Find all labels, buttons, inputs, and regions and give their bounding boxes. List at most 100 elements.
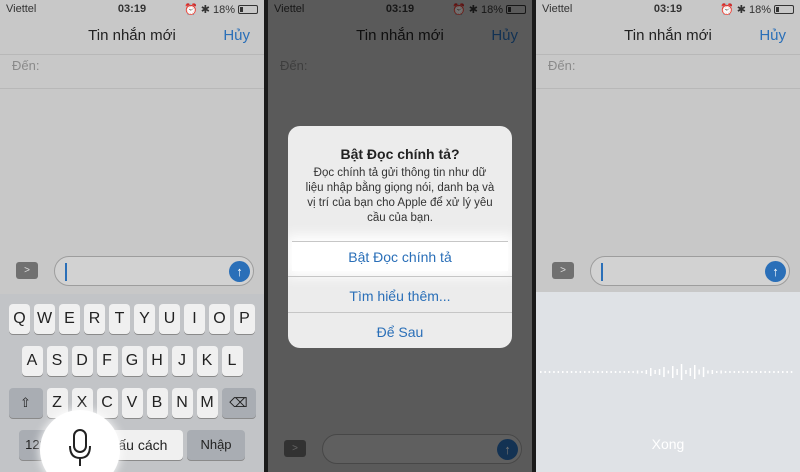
screen-dictation: Viettel 03:19 ⏰ ✱ 18% Tin nhắn mới Hủy Đ… xyxy=(536,0,800,472)
status-bar: Viettel 03:19 ⏰ ✱ 18% xyxy=(0,0,264,18)
waveform-bar xyxy=(777,371,780,373)
key-r[interactable]: R xyxy=(84,304,105,334)
waveform-bar xyxy=(790,371,793,373)
divider xyxy=(536,54,800,55)
waveform-bar xyxy=(786,371,788,373)
alarm-icon: ⏰ xyxy=(720,4,734,16)
waveform-bar xyxy=(645,370,648,374)
waveform-bar xyxy=(614,371,617,373)
waveform-bar xyxy=(601,371,604,373)
key-t[interactable]: T xyxy=(109,304,130,334)
alarm-icon: ⏰ xyxy=(184,4,198,16)
status-bar: Viettel 03:19 ⏰ ✱ 18% xyxy=(536,0,800,18)
to-field-label[interactable]: Đến: xyxy=(548,58,575,73)
waveform-bar xyxy=(751,371,753,373)
waveform-bar xyxy=(716,371,718,373)
key-g[interactable]: G xyxy=(121,346,143,376)
waveform-bar xyxy=(694,365,696,379)
key-s[interactable]: S xyxy=(46,346,68,376)
cancel-button[interactable]: Hủy xyxy=(759,27,786,44)
key-a[interactable]: A xyxy=(21,346,43,376)
dictation-panel: Xong xyxy=(536,292,800,472)
message-input[interactable]: ↑ xyxy=(590,256,790,286)
dictation-alert: Bật Đọc chính tả? Đọc chính tả gửi thông… xyxy=(288,126,512,348)
waveform-bar xyxy=(760,371,762,373)
divider xyxy=(536,88,800,89)
key-k[interactable]: K xyxy=(196,346,218,376)
waveform-bar xyxy=(746,371,749,373)
divider xyxy=(0,88,264,89)
key-i[interactable]: I xyxy=(184,304,205,334)
send-arrow-icon[interactable]: ↑ xyxy=(229,261,250,282)
waveform-bar xyxy=(579,371,582,373)
enable-dictation-button[interactable]: Bật Đọc chính tả xyxy=(292,241,508,271)
waveform-bar xyxy=(711,370,714,374)
waveform-bar xyxy=(606,371,608,373)
keyboard-row-2: ASDFGHJKL xyxy=(0,346,264,376)
waveform-bar xyxy=(548,371,551,373)
keyboard-row-1: QWERTYUIOP xyxy=(0,304,264,334)
nav-bar: Tin nhắn mới Hủy xyxy=(0,18,264,54)
waveform-bar xyxy=(676,369,678,375)
compose-bar: > ↑ xyxy=(0,256,264,292)
message-input[interactable]: ↑ xyxy=(54,256,254,286)
key-f[interactable]: F xyxy=(96,346,118,376)
done-button[interactable]: Xong xyxy=(536,436,800,452)
waveform-bar xyxy=(702,367,705,377)
waveform-bar xyxy=(689,368,692,376)
waveform-bar xyxy=(724,371,727,373)
waveform-bar xyxy=(782,371,784,373)
cancel-button[interactable]: Hủy xyxy=(223,27,250,44)
text-caret xyxy=(601,263,603,281)
send-arrow-icon[interactable]: ↑ xyxy=(765,261,786,282)
bluetooth-icon: ✱ xyxy=(200,4,210,16)
key-e[interactable]: E xyxy=(59,304,80,334)
voice-waveform xyxy=(540,364,793,380)
waveform-bar xyxy=(557,371,560,373)
key-u[interactable]: U xyxy=(159,304,180,334)
alert-title: Bật Đọc chính tả? xyxy=(340,146,460,162)
screen-keyboard: Viettel 03:19 ⏰ ✱ 18% Tin nhắn mới Hủy Đ… xyxy=(0,0,264,472)
key-o[interactable]: O xyxy=(209,304,230,334)
key-p[interactable]: P xyxy=(234,304,255,334)
waveform-bar xyxy=(566,371,568,373)
key-v[interactable]: V xyxy=(121,388,143,418)
waveform-bar xyxy=(623,371,626,373)
camera-icon[interactable]: > xyxy=(552,262,574,279)
key-c[interactable]: C xyxy=(96,388,118,418)
keyboard-row-3: ⇧ Z X C V B N M ⌫ xyxy=(0,388,264,418)
compose-bar: > ↑ xyxy=(536,256,800,292)
delete-icon[interactable]: ⌫ xyxy=(221,388,256,418)
key-y[interactable]: Y xyxy=(134,304,155,334)
waveform-bar xyxy=(650,368,652,376)
later-button[interactable]: Để Sau xyxy=(288,312,512,348)
waveform-bar xyxy=(636,370,639,374)
key-n[interactable]: N xyxy=(171,388,193,418)
shift-icon[interactable]: ⇧ xyxy=(8,388,43,418)
key-j[interactable]: J xyxy=(171,346,193,376)
waveform-bar xyxy=(597,371,599,373)
battery-percent: 18% xyxy=(748,3,771,16)
camera-icon[interactable]: > xyxy=(16,262,38,279)
waveform-bar xyxy=(553,371,555,373)
learn-more-button[interactable]: Tìm hiểu thêm... xyxy=(288,276,512,314)
waveform-bar xyxy=(544,371,546,373)
key-b[interactable]: B xyxy=(146,388,168,418)
bluetooth-icon: ✱ xyxy=(736,4,746,16)
microphone-icon xyxy=(69,429,91,466)
waveform-bar xyxy=(570,371,573,373)
key-l[interactable]: L xyxy=(221,346,243,376)
key-d[interactable]: D xyxy=(71,346,93,376)
battery-icon xyxy=(238,5,258,14)
waveform-bar xyxy=(720,370,722,374)
key-q[interactable]: Q xyxy=(9,304,30,334)
battery-icon xyxy=(774,5,794,14)
key-w[interactable]: W xyxy=(34,304,55,334)
key-h[interactable]: H xyxy=(146,346,168,376)
to-field-label[interactable]: Đến: xyxy=(12,58,39,73)
waveform-bar xyxy=(698,369,700,375)
return-key[interactable]: Nhập xyxy=(187,430,245,460)
divider xyxy=(0,54,264,55)
key-m[interactable]: M xyxy=(196,388,218,418)
alert-message: Đọc chính tả gửi thông tin như dữ liệu n… xyxy=(305,167,495,224)
